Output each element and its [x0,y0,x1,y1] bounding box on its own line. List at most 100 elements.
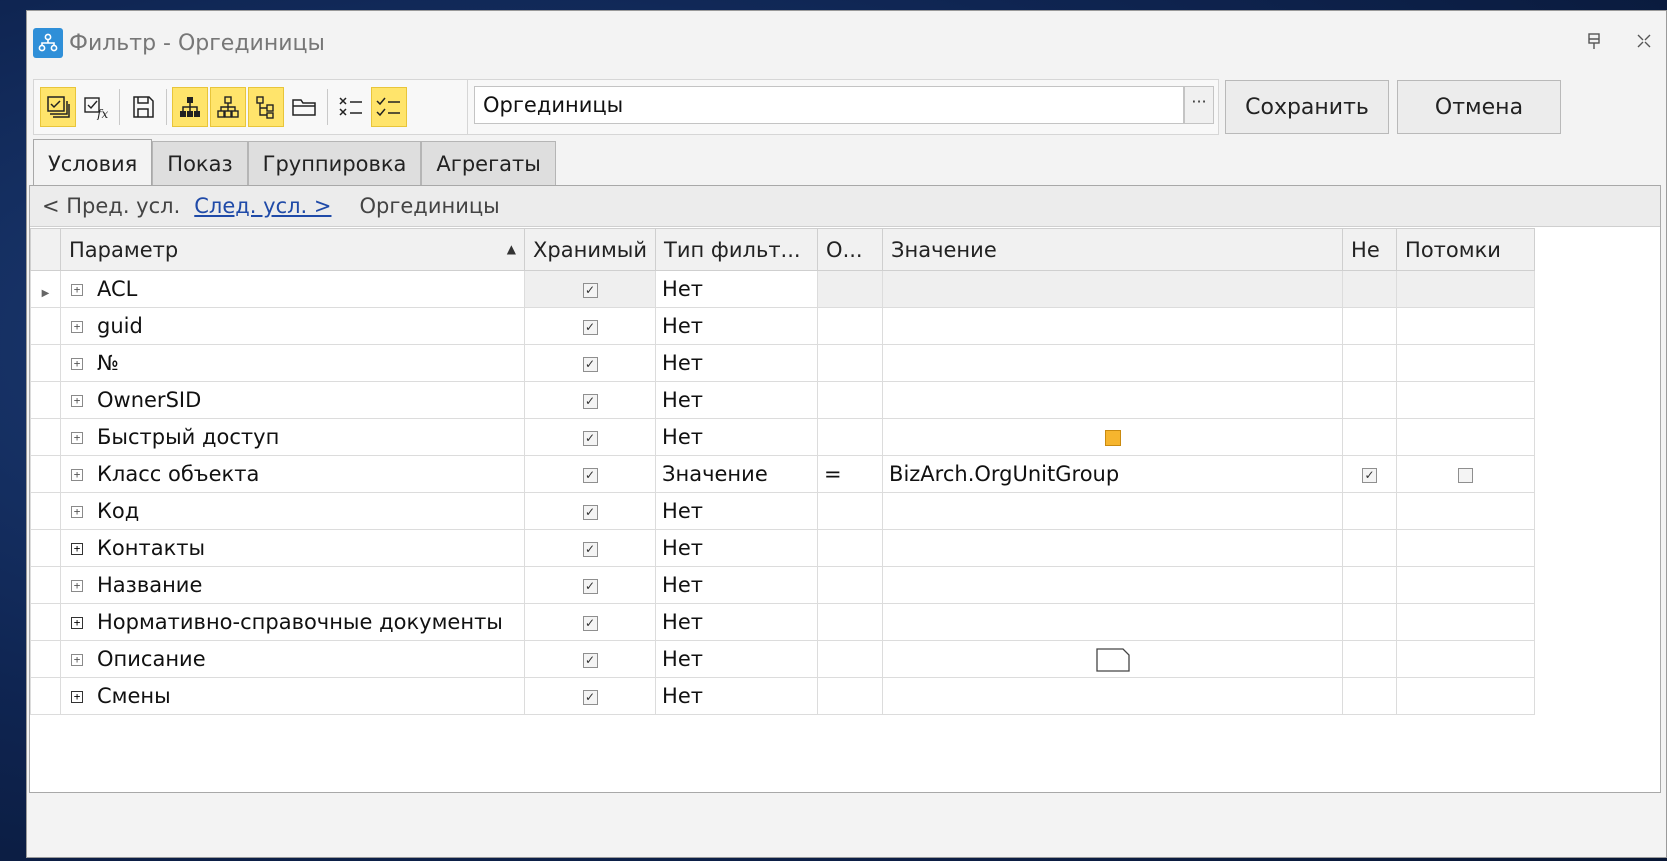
descendants-cell[interactable] [1396,603,1536,641]
not-cell[interactable] [1342,566,1398,604]
param-cell[interactable]: + Нормативно-справочные документы [60,603,525,641]
stored-checkbox[interactable]: ✓ [582,652,598,668]
value-cell[interactable] [882,344,1344,382]
stored-cell[interactable]: ✓ [523,566,657,604]
stored-cell[interactable]: ✓ [523,344,657,382]
expand-icon[interactable]: + [71,284,83,296]
type-cell[interactable]: Нет [655,492,819,530]
not-cell[interactable] [1342,492,1398,530]
stored-cell[interactable]: ✓ [523,529,657,567]
type-cell[interactable]: Значение [655,455,819,493]
stored-checkbox[interactable]: ✓ [582,578,598,594]
stored-cell[interactable]: ✓ [523,640,657,678]
param-cell[interactable]: + № [60,344,525,382]
filter-name-input[interactable]: Оргединицы [474,86,1184,124]
descendants-cell[interactable] [1396,270,1536,308]
column-header-value[interactable]: Значение [882,228,1344,271]
not-checkbox[interactable]: ✓ [1362,467,1378,483]
value-cell[interactable] [882,307,1344,345]
param-cell[interactable]: + Класс объекта [60,455,525,493]
op-cell[interactable] [817,381,884,419]
stored-cell[interactable]: ✓ [523,418,657,456]
color-swatch-icon[interactable] [1104,430,1121,446]
param-cell[interactable]: + Смены [60,677,525,715]
op-cell[interactable] [817,307,884,345]
stored-cell[interactable]: ✓ [523,307,657,345]
param-cell[interactable]: + guid [60,307,525,345]
stored-checkbox[interactable]: ✓ [582,282,598,298]
table-row[interactable]: + Класс объекта ✓ Значение = BizArch.OrgUnitG… [30,455,1536,493]
param-cell[interactable]: + Код [60,492,525,530]
hierarchy-outline-icon[interactable] [210,87,246,127]
tab-aggregates[interactable]: Агрегаты [421,141,556,185]
op-cell[interactable] [817,270,884,308]
type-cell[interactable]: Нет [655,270,819,308]
op-cell[interactable] [817,603,884,641]
tab-grouping[interactable]: Группировка [247,141,422,185]
not-cell[interactable] [1342,677,1398,715]
check-list-icon[interactable] [371,87,407,127]
save-icon[interactable] [125,87,161,127]
expand-icon[interactable]: + [71,395,83,407]
descendants-cell[interactable] [1396,492,1536,530]
op-cell[interactable]: = [817,455,884,493]
param-cell[interactable]: + Быстрый доступ [60,418,525,456]
value-cell[interactable] [882,529,1344,567]
note-icon[interactable] [1095,647,1130,672]
prev-condition-link[interactable]: < Пред. усл. [42,194,180,218]
table-row[interactable]: + № ✓ Нет [30,344,1536,382]
not-cell[interactable] [1342,418,1398,456]
column-header-not[interactable]: Не [1342,228,1398,271]
tree-icon[interactable] [248,87,284,127]
ellipsis-button[interactable]: ··· [1184,86,1214,124]
descendants-checkbox[interactable]: ✓ [1458,467,1474,483]
op-cell[interactable] [817,677,884,715]
stored-checkbox[interactable]: ✓ [582,319,598,335]
stored-cell[interactable]: ✓ [523,270,657,308]
value-cell[interactable]: BizArch.OrgUnitGroup [882,455,1344,493]
type-cell[interactable]: Нет [655,307,819,345]
descendants-cell[interactable] [1396,307,1536,345]
stored-checkbox[interactable]: ✓ [582,504,598,520]
not-cell[interactable] [1342,344,1398,382]
type-cell[interactable]: Нет [655,603,819,641]
column-header-op[interactable]: О... [817,228,884,271]
param-cell[interactable]: + Контакты [60,529,525,567]
not-cell[interactable] [1342,270,1398,308]
stored-checkbox[interactable]: ✓ [582,467,598,483]
table-row[interactable]: + Контакты ✓ Нет [30,529,1536,567]
expand-icon[interactable]: + [71,580,83,592]
op-cell[interactable] [817,492,884,530]
expand-icon[interactable]: + [71,506,83,518]
op-cell[interactable] [817,640,884,678]
not-cell[interactable] [1342,381,1398,419]
tab-display[interactable]: Показ [152,141,248,185]
expand-icon[interactable]: + [71,543,83,555]
stored-checkbox[interactable]: ✓ [582,689,598,705]
pin-icon[interactable] [1586,33,1602,56]
type-cell[interactable]: Нет [655,566,819,604]
column-header-descendants[interactable]: Потомки [1396,228,1536,271]
descendants-cell[interactable] [1396,344,1536,382]
value-cell[interactable] [882,492,1344,530]
expand-icon[interactable]: + [71,691,83,703]
param-cell[interactable]: + Название [60,566,525,604]
value-cell[interactable] [882,270,1344,308]
cancel-button[interactable]: Отмена [1397,80,1561,134]
type-cell[interactable]: Нет [655,418,819,456]
table-row[interactable]: ▶ + ACL ✓ Нет [30,270,1536,308]
descendants-cell[interactable] [1396,566,1536,604]
uncheck-list-icon[interactable] [333,87,369,127]
next-condition-link[interactable]: След. усл. > [194,194,331,218]
stored-checkbox[interactable]: ✓ [582,615,598,631]
table-row[interactable]: + guid ✓ Нет [30,307,1536,345]
table-row[interactable]: + Название ✓ Нет [30,566,1536,604]
type-cell[interactable]: Нет [655,677,819,715]
descendants-cell[interactable]: ✓ [1396,455,1536,493]
table-row[interactable]: + Нормативно-справочные документы ✓ Нет [30,603,1536,641]
not-cell[interactable]: ✓ [1342,455,1398,493]
value-cell[interactable] [882,418,1344,456]
stored-checkbox[interactable]: ✓ [582,393,598,409]
expand-icon[interactable]: + [71,469,83,481]
hierarchy-icon[interactable] [172,87,208,127]
